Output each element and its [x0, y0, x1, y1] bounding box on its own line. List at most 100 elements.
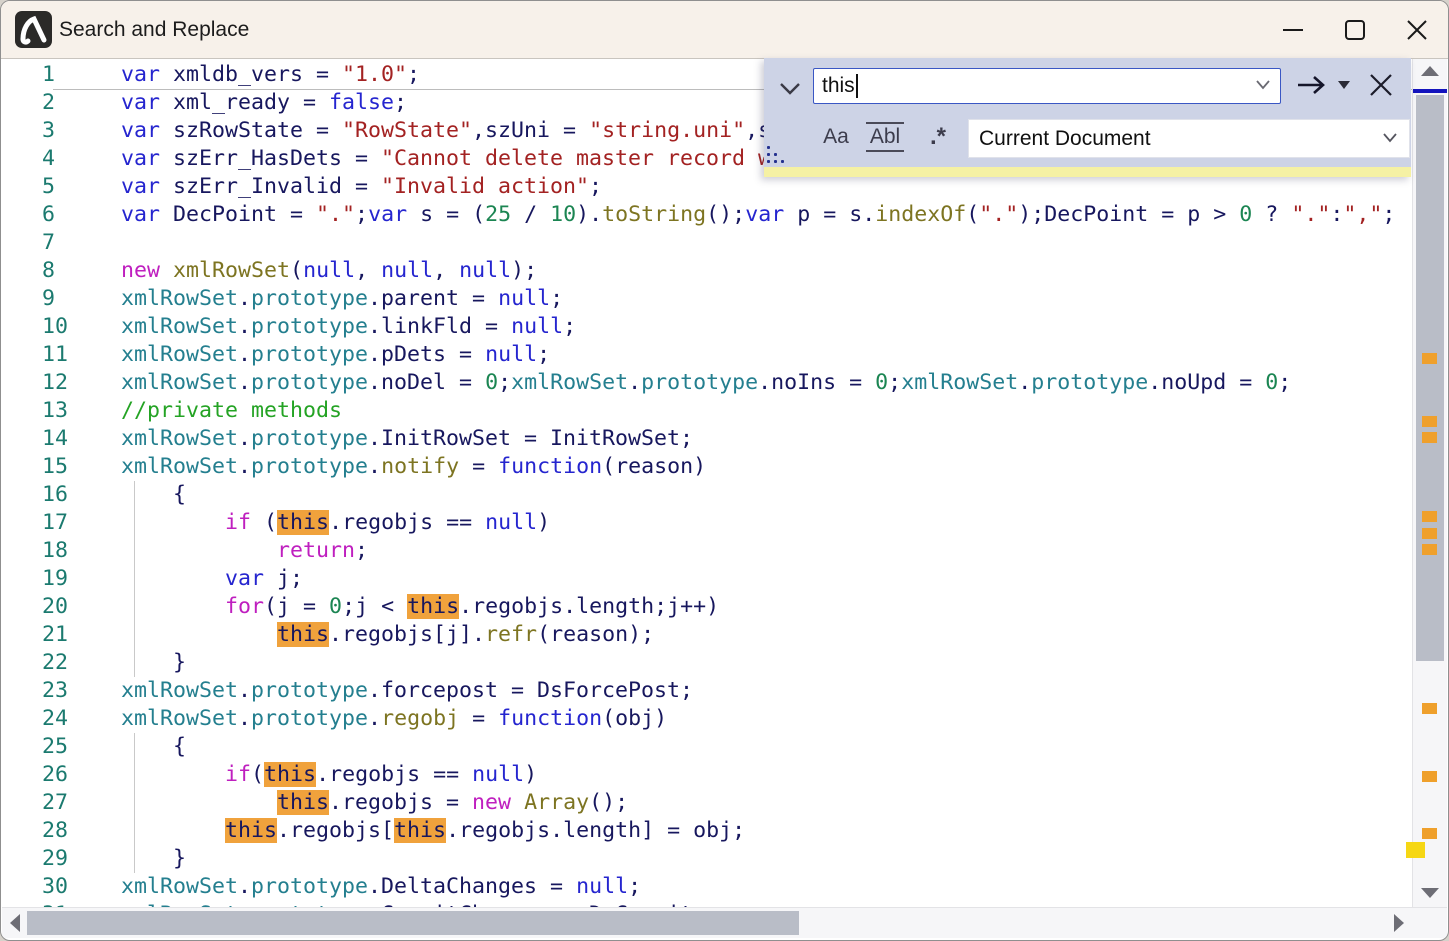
code-token: (: [251, 762, 264, 787]
line-number: 25: [42, 733, 68, 761]
vertical-scrollbar-thumb[interactable]: [1416, 95, 1444, 661]
code-token: return: [277, 538, 355, 563]
code-line: 6var DecPoint = ".";var s = (25 / 10).to…: [1, 201, 1413, 229]
code-token: s = (: [407, 202, 485, 227]
code-token: ;: [589, 174, 602, 199]
scrollbar-match-marker: [1422, 353, 1437, 364]
code-token: ;: [537, 342, 550, 367]
whole-word-button[interactable]: Abl: [866, 122, 904, 152]
code-token: .regobjs[j].: [329, 622, 485, 647]
resize-grip[interactable]: [767, 146, 787, 166]
search-input[interactable]: this: [813, 68, 1281, 104]
code-token: .InitRowSet = InitRowSet;: [368, 426, 693, 451]
code-token: .regobjs ==: [329, 510, 485, 535]
code-token: /: [511, 202, 550, 227]
code-token: );DecPoint = p >: [1018, 202, 1239, 227]
code-token: Array: [524, 790, 589, 815]
code-line: 11xmlRowSet.prototype.pDets = null;: [1, 341, 1413, 369]
code-line: 23xmlRowSet.prototype.forcepost = DsForc…: [1, 677, 1413, 705]
code-token: new: [121, 258, 160, 283]
chevron-down-icon: [1381, 132, 1399, 144]
line-number: 8: [42, 257, 55, 285]
code-token: regobj: [381, 706, 459, 731]
code-token: prototype: [251, 426, 368, 451]
code-token: xmlRowSet: [121, 342, 238, 367]
code-token: xmlRowSet: [121, 370, 238, 395]
code-token: ;: [355, 202, 368, 227]
code-token: ;: [628, 874, 641, 899]
code-token: if: [225, 762, 251, 787]
code-token: ();: [589, 790, 628, 815]
code-token: .regobjs ==: [316, 762, 472, 787]
minimize-icon: [1280, 17, 1306, 43]
code-token: ?: [1252, 202, 1291, 227]
code-token: ();: [706, 202, 745, 227]
code-token: .: [238, 370, 251, 395]
maximize-button[interactable]: [1324, 1, 1386, 58]
code-token: xml_ready =: [160, 90, 329, 115]
code-token: new: [472, 790, 511, 815]
code-token: 0: [1265, 370, 1278, 395]
code-token: ;: [394, 90, 407, 115]
line-number: 28: [42, 817, 68, 845]
code-token: [160, 258, 173, 283]
horizontal-scrollbar-thumb[interactable]: [27, 911, 799, 935]
code-token: ;: [355, 538, 368, 563]
search-scope-select[interactable]: Current Document: [968, 119, 1410, 158]
search-match: this: [277, 790, 329, 815]
scrollbar-match-marker: [1422, 544, 1437, 555]
code-token: (obj): [602, 706, 667, 731]
text-editor[interactable]: 1var xmldb_vers = "1.0";2var xml_ready =…: [1, 59, 1413, 907]
code-token: .: [238, 286, 251, 311]
code-token: toString: [602, 202, 706, 227]
code-token: var: [121, 174, 160, 199]
code-token: 0: [485, 370, 498, 395]
scrollbar-match-marker: [1422, 703, 1437, 714]
app-icon: [15, 11, 52, 48]
line-number: 13: [42, 397, 68, 425]
code-line: 13//private methods: [1, 397, 1413, 425]
code-token: false: [329, 90, 394, 115]
code-token: if: [225, 510, 251, 535]
code-token: p = s.: [784, 202, 875, 227]
minimize-button[interactable]: [1262, 1, 1324, 58]
code-token: szErr_Invalid =: [160, 174, 381, 199]
code-token: ".": [1291, 202, 1330, 227]
find-options-dropdown[interactable]: [1335, 78, 1353, 92]
code-token: prototype: [251, 874, 368, 899]
code-line: 20 for(j = 0;j < this.regobjs.length;j++…: [1, 593, 1413, 621]
regex-button[interactable]: .*: [922, 122, 954, 152]
chevron-down-icon: [778, 81, 802, 96]
code-token: ",": [1343, 202, 1382, 227]
search-panel: this Aa Abl .* Current Document: [764, 58, 1411, 177]
code-token: notify: [381, 454, 459, 479]
find-next-button[interactable]: [1294, 70, 1330, 100]
code-token: xmlRowSet: [121, 454, 238, 479]
match-case-button[interactable]: Aa: [818, 122, 854, 152]
code-token: "Invalid action": [381, 174, 589, 199]
code-line: 9xmlRowSet.prototype.parent = null;: [1, 285, 1413, 313]
close-button[interactable]: [1386, 1, 1448, 58]
scroll-down-button[interactable]: [1413, 885, 1447, 901]
code-token: =: [459, 706, 498, 731]
code-token: xmlRowSet: [121, 874, 238, 899]
vertical-scrollbar[interactable]: [1412, 59, 1447, 907]
code-line: 17 if (this.regobjs == null): [1, 509, 1413, 537]
code-token: xmlRowSet: [121, 426, 238, 451]
code-token: function: [498, 706, 602, 731]
close-search-button[interactable]: [1362, 68, 1400, 102]
line-number: 29: [42, 845, 68, 873]
triangle-up-icon: [1421, 66, 1439, 76]
search-history-dropdown-icon[interactable]: [1254, 78, 1272, 96]
scroll-up-button[interactable]: [1413, 63, 1447, 79]
code-token: null: [303, 258, 355, 283]
code-token: [121, 594, 225, 619]
scroll-right-button[interactable]: [1388, 908, 1410, 938]
line-number: 3: [42, 117, 55, 145]
expand-replace-button[interactable]: [776, 76, 804, 100]
horizontal-scrollbar[interactable]: [2, 907, 1447, 938]
code-token: (: [290, 258, 303, 283]
line-number: 23: [42, 677, 68, 705]
scroll-left-button[interactable]: [4, 908, 26, 938]
code-token: prototype: [251, 286, 368, 311]
